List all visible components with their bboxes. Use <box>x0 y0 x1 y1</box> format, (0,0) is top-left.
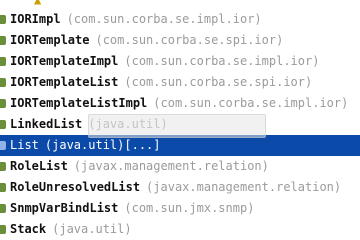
completion-item-name: RoleList (javax.management.relation) <box>10 156 269 177</box>
completion-item-name-text: IORTemplateListImpl <box>10 96 148 110</box>
class-icon <box>0 99 6 108</box>
completion-item-name: SnmpVarBindList (com.sun.jmx.snmp) <box>10 198 254 219</box>
completion-item-package: (com.sun.corba.se.impl.ior) <box>66 12 262 26</box>
completion-item-package: (com.sun.corba.se.impl.ior) <box>124 54 320 68</box>
completion-item[interactable]: IORImpl (com.sun.corba.se.impl.ior) <box>0 9 360 30</box>
completion-item-name-text: List <box>10 138 39 152</box>
completion-item[interactable]: SnmpVarBindList (com.sun.jmx.snmp) <box>0 198 360 219</box>
completion-item[interactable]: IORTemplate (com.sun.corba.se.spi.ior) <box>0 30 360 51</box>
completion-item-name-text: RoleList <box>10 159 68 173</box>
completion-item-name-text: RoleUnresolvedList <box>10 180 141 194</box>
completion-item-name: IORTemplate (com.sun.corba.se.spi.ior) <box>10 30 283 51</box>
completion-item-name: IORTemplateListImpl (com.sun.corba.se.imp… <box>10 93 348 114</box>
completion-item-name: List (java.util)[...] <box>10 135 161 156</box>
class-icon <box>0 141 6 150</box>
completion-item[interactable]: Stack (java.util) <box>0 219 360 240</box>
class-icon <box>0 78 6 87</box>
completion-item-package: (javax.management.relation) <box>146 180 342 194</box>
completion-item-package: (com.sun.jmx.snmp) <box>124 201 255 215</box>
completion-item-name: IORTemplateImpl (com.sun.corba.se.impl.io… <box>10 51 319 72</box>
completion-item[interactable]: IORTemplateImpl (com.sun.corba.se.impl.io… <box>0 51 360 72</box>
completion-item-name: RoleUnresolvedList (javax.management.rela… <box>10 177 341 198</box>
completion-item-name-text: LinkedList <box>10 117 83 131</box>
class-icon <box>0 162 6 171</box>
class-icon <box>0 204 6 213</box>
caret-marker-icon: ▲ <box>34 0 42 7</box>
completion-item-name-text: IORTemplateImpl <box>10 54 119 68</box>
completion-item[interactable]: RoleUnresolvedList (javax.management.rela… <box>0 177 360 198</box>
faded-tooltip-overlay <box>88 114 266 138</box>
completion-item-package: (javax.management.relation) <box>73 159 269 173</box>
completion-item[interactable]: IORTemplateListImpl (com.sun.corba.se.imp… <box>0 93 360 114</box>
class-icon <box>0 183 6 192</box>
completion-item-name-text: SnmpVarBindList <box>10 201 119 215</box>
class-icon <box>0 57 6 66</box>
completion-item-name: IORTemplateList (com.sun.corba.se.spi.ior… <box>10 72 312 93</box>
completion-item[interactable]: List (java.util)[...] <box>0 135 360 156</box>
completion-item-name-text: Stack <box>10 222 47 236</box>
completion-item-name-text: IORImpl <box>10 12 61 26</box>
class-icon <box>0 15 6 24</box>
completion-item-package: (com.sun.corba.se.impl.ior) <box>153 96 349 110</box>
completion-item-package: (com.sun.corba.se.spi.ior) <box>95 33 284 47</box>
completion-item-name-text: IORTemplateList <box>10 75 119 89</box>
completion-item-name: IORImpl (com.sun.corba.se.impl.ior) <box>10 9 262 30</box>
class-icon <box>0 225 6 234</box>
completion-item[interactable]: IORTemplateList (com.sun.corba.se.spi.ior… <box>0 72 360 93</box>
completion-item-name: Stack (java.util) <box>10 219 132 240</box>
class-icon <box>0 36 6 45</box>
code-completion-popup: ▲ IORImpl (com.sun.corba.se.impl.ior) IORT… <box>0 0 360 240</box>
completion-item[interactable]: RoleList (javax.management.relation) <box>0 156 360 177</box>
completion-item-package: (com.sun.corba.se.spi.ior) <box>124 75 313 89</box>
completion-item-package: (java.util) <box>52 222 132 236</box>
completion-item-package: (java.util)[...] <box>44 138 161 152</box>
completion-item-name-text: IORTemplate <box>10 33 90 47</box>
class-icon <box>0 120 6 129</box>
